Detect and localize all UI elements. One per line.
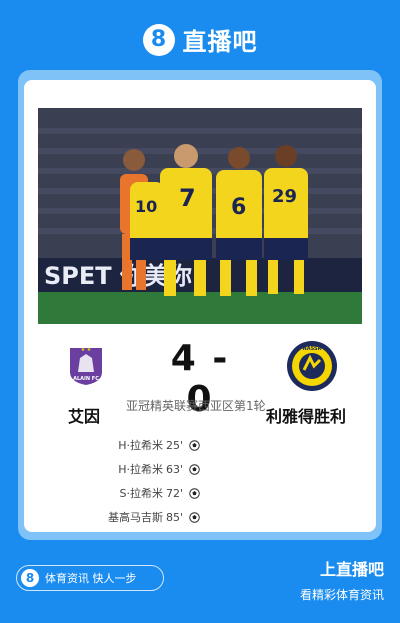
scorer-row: 基高马吉斯 85' (70, 505, 200, 529)
jersey-number-1: 7 (179, 184, 196, 212)
competition-label: 亚冠精英联赛西亚区第1轮 (126, 399, 266, 413)
match-photo: SPET 你美你 7 6 29 10 (38, 108, 362, 324)
football-icon (189, 439, 200, 451)
jersey-number-2: 6 (231, 195, 246, 220)
scorer-minute: 25' (165, 438, 183, 452)
home-logo-text: ALAIN FC (73, 376, 99, 382)
scorer-minute: 63' (165, 462, 183, 476)
footer-cta-subtitle: 看精彩体育资讯 (299, 588, 384, 602)
scorer-minute: 85' (165, 510, 183, 524)
al-nassr-logo-icon: NASSR (287, 341, 337, 391)
score-separator: - (212, 338, 230, 379)
footer-slogan: 体育资讯 快人一步 (45, 572, 137, 585)
brand-header: 8 直播吧 (0, 22, 400, 57)
jersey-number-4: 10 (135, 197, 157, 216)
away-logo-text: NASSR (303, 346, 322, 352)
scorer-row: S·拉希米 72' (70, 481, 200, 505)
alain-fc-logo-icon: ★ ★ ALAIN FC (70, 347, 102, 385)
slogan-pill[interactable]: 8 体育资讯 快人一步 (16, 565, 164, 591)
football-icon (189, 463, 200, 475)
scorer-name: H·拉希米 (118, 439, 163, 452)
scorer-name: S·拉希米 (119, 487, 163, 500)
jersey-number-3: 29 (272, 186, 297, 207)
footer-cta[interactable]: 上直播吧 看精彩体育资讯 (300, 556, 384, 603)
away-team-name: 利雅得胜利 (266, 407, 347, 426)
scorer-name: 基高马吉斯 (107, 511, 163, 524)
brand-name: 直播吧 (182, 28, 258, 56)
home-team-name: 艾因 (68, 407, 101, 426)
football-icon (189, 487, 200, 499)
brand-logo-icon: 8 (142, 23, 175, 56)
scorer-minute: 72' (165, 486, 183, 500)
football-icon (189, 511, 200, 523)
scorers-list: H·拉希米 25' H·拉希米 63' S·拉希米 72' 基高马吉斯 85' (70, 433, 200, 529)
scorer-row: H·拉希米 63' (70, 457, 200, 481)
svg-text:★ ★: ★ ★ (81, 347, 92, 353)
footer-cta-title: 上直播吧 (319, 560, 384, 579)
scorer-row: H·拉希米 25' (70, 433, 200, 457)
footer-logo-icon: 8 (21, 569, 39, 587)
home-score: 4 (170, 338, 198, 379)
scorer-name: H·拉希米 (118, 463, 163, 476)
